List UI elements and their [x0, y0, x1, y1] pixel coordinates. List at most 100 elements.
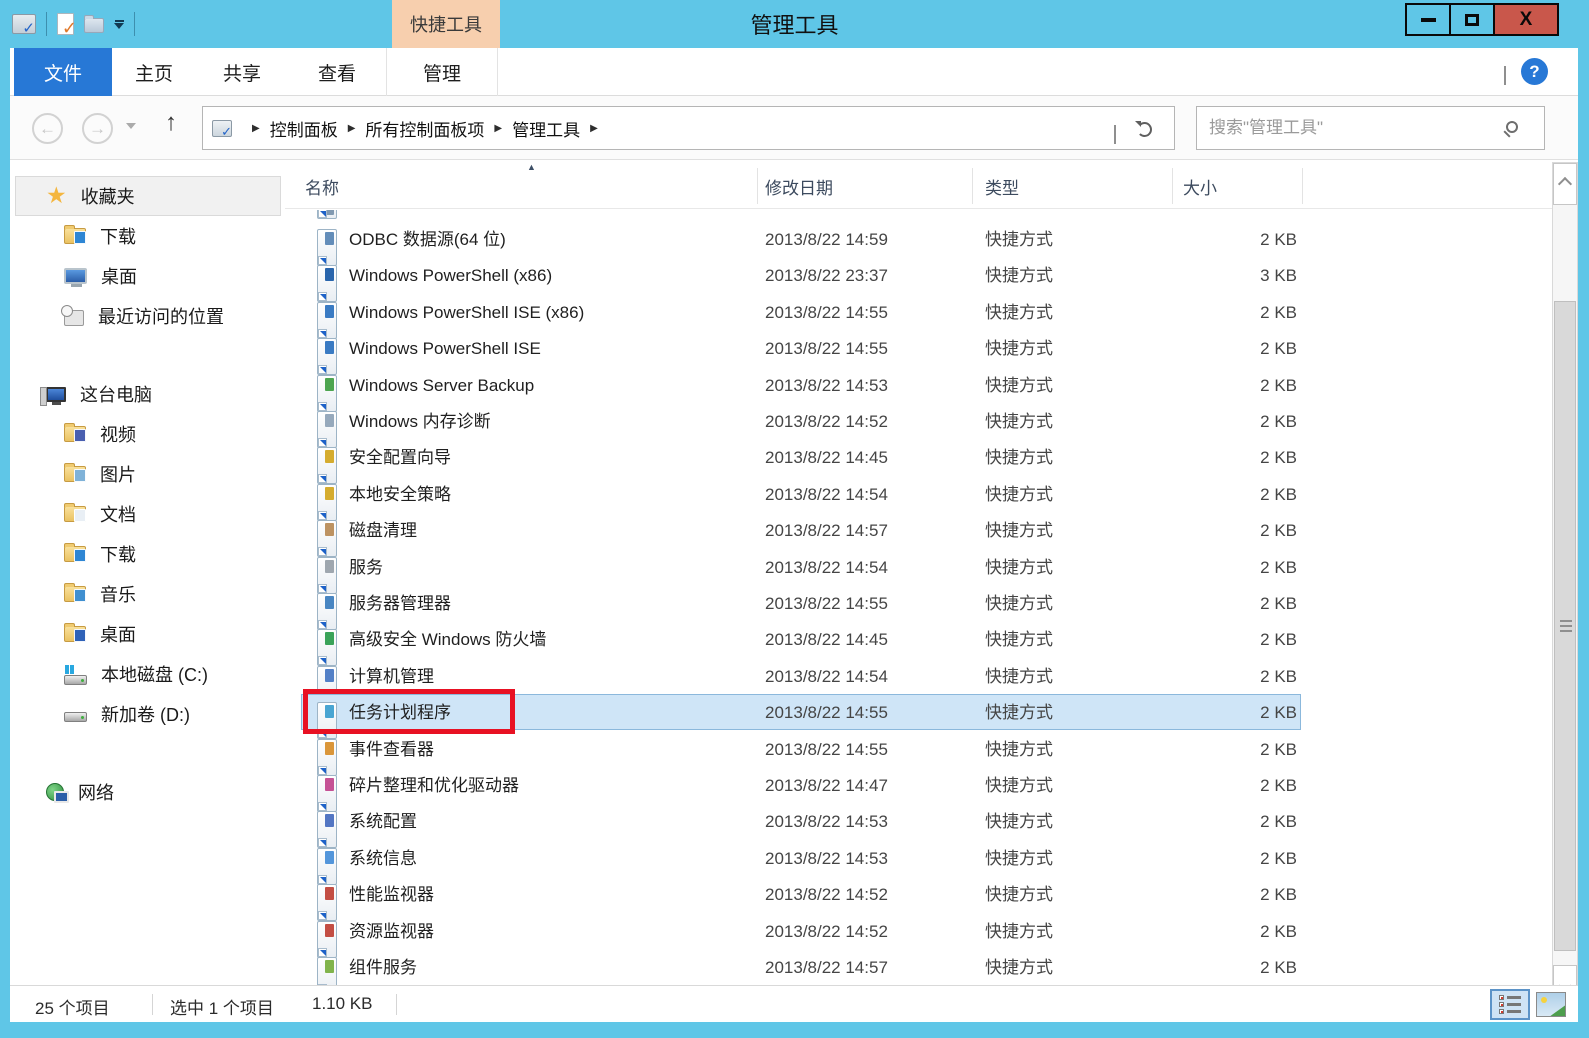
- file-type: 快捷方式: [985, 848, 1053, 868]
- quick-access-toolbar: [12, 0, 135, 48]
- file-row[interactable]: 服务 2013/8/22 14:54 快捷方式 2 KB: [285, 549, 1538, 594]
- file-size: 2 KB: [1260, 230, 1297, 249]
- breadcrumb-segment[interactable]: 所有控制面板项: [365, 116, 484, 141]
- file-row[interactable]: Windows 内存诊断 2013/8/22 14:52 快捷方式 2 KB: [285, 403, 1538, 448]
- maximize-button[interactable]: [1449, 3, 1495, 36]
- file-date: 2013/8/22 14:45: [765, 630, 888, 650]
- properties-icon[interactable]: [57, 13, 77, 39]
- sidebar-item-documents-folder[interactable]: 文档: [64, 494, 136, 534]
- tab-3[interactable]: 查看: [288, 48, 386, 96]
- file-size: 2 KB: [1260, 958, 1297, 977]
- address-bar[interactable]: ▶ 控制面板 ▶ 所有控制面板项 ▶ 管理工具 ▶: [202, 106, 1175, 150]
- breadcrumb-arrow-icon[interactable]: ▶: [494, 123, 502, 134]
- scroll-up-button[interactable]: [1553, 163, 1577, 205]
- column-divider[interactable]: [1302, 168, 1303, 204]
- star-icon: [46, 184, 67, 208]
- file-row[interactable]: 本地安全策略 2013/8/22 14:54 快捷方式 2 KB: [285, 476, 1538, 521]
- new-folder-icon[interactable]: [84, 15, 104, 33]
- qat-dropdown-icon[interactable]: [114, 19, 124, 29]
- details-view-icon: [1499, 995, 1521, 1000]
- file-name: Windows PowerShell (x86): [349, 266, 553, 286]
- ribbon-collapse-button[interactable]: [1504, 66, 1506, 85]
- file-row[interactable]: ODBC 数据源(64 位) 2013/8/22 14:59 快捷方式 2 KB: [285, 221, 1538, 266]
- sidebar-item-download-folder[interactable]: 下载: [64, 534, 136, 574]
- file-date: 2013/8/22 14:53: [765, 375, 888, 395]
- file-row-selected[interactable]: 任务计划程序 2013/8/22 14:55 快捷方式 2 KB: [285, 689, 1538, 740]
- file-name: 碎片整理和优化驱动器: [349, 776, 519, 795]
- file-name: 组件服务: [349, 958, 417, 977]
- breadcrumb-arrow-icon[interactable]: ▶: [348, 123, 356, 134]
- sidebar-item-disk-c[interactable]: 本地磁盘 (C:): [64, 654, 208, 694]
- file-row[interactable]: 系统信息 2013/8/22 14:53 快捷方式 2 KB: [285, 840, 1538, 885]
- file-date: 2013/8/22 14:54: [765, 557, 888, 577]
- up-button[interactable]: ↑: [165, 109, 177, 137]
- sidebar-item-computer[interactable]: 这台电脑: [40, 374, 152, 414]
- file-row[interactable]: 碎片整理和优化驱动器 2013/8/22 14:47 快捷方式 2 KB: [285, 767, 1538, 812]
- file-row[interactable]: 磁盘清理 2013/8/22 14:57 快捷方式 2 KB: [285, 512, 1538, 558]
- column-header-size[interactable]: 大小: [1183, 174, 1217, 199]
- address-dropdown-icon[interactable]: [1114, 125, 1116, 144]
- file-date: 2013/8/22 14:57: [765, 521, 888, 541]
- item-count: 25 个项目: [35, 999, 110, 1018]
- admin-tools-app-icon[interactable]: [12, 14, 36, 37]
- sidebar-item-recent-places[interactable]: 最近访问的位置: [61, 296, 224, 336]
- back-button[interactable]: ←: [32, 113, 63, 144]
- file-row[interactable]: Windows Server Backup 2013/8/22 14:53 快捷方式…: [285, 367, 1538, 412]
- tab-2[interactable]: 共享: [196, 48, 288, 96]
- search-icon[interactable]: [1506, 121, 1518, 133]
- forward-button[interactable]: →: [82, 113, 113, 144]
- close-button[interactable]: X: [1493, 3, 1559, 36]
- tab-file[interactable]: 文件: [14, 48, 112, 96]
- breadcrumb-segment[interactable]: 管理工具: [512, 116, 580, 141]
- file-row[interactable]: 服务器管理器 2013/8/22 14:55 快捷方式 2 KB: [285, 585, 1538, 630]
- column-header-type[interactable]: 类型: [985, 174, 1019, 199]
- file-row[interactable]: 组件服务 2013/8/22 14:57 快捷方式 2 KB: [285, 949, 1538, 994]
- shortcut-icon: [317, 210, 337, 219]
- sidebar-item-download-folder[interactable]: 下载: [64, 216, 136, 256]
- column-divider[interactable]: [757, 168, 758, 204]
- chevron-down-icon: [1114, 125, 1116, 144]
- breadcrumb-segment[interactable]: 控制面板: [270, 116, 338, 141]
- breadcrumb-arrow-icon[interactable]: ▶: [590, 123, 598, 134]
- sidebar-item-network[interactable]: 网络: [46, 772, 114, 812]
- details-view-button[interactable]: [1490, 989, 1530, 1020]
- file-row[interactable]: 事件查看器 2013/8/22 14:55 快捷方式 2 KB: [285, 731, 1538, 776]
- file-date: 2013/8/22 14:52: [765, 412, 888, 431]
- music-folder-icon: [64, 583, 86, 602]
- sidebar-item-desktop-folder[interactable]: 桌面: [64, 614, 136, 654]
- file-date: 2013/8/22 14:45: [765, 448, 888, 468]
- file-row[interactable]: 高级安全 Windows 防火墙 2013/8/22 14:45 快捷方式 2 KB: [285, 621, 1538, 667]
- search-input[interactable]: [1209, 107, 1499, 149]
- vertical-scrollbar: [1552, 162, 1578, 1008]
- file-row[interactable]: 资源监视器 2013/8/22 14:52 快捷方式 2 KB: [285, 913, 1538, 958]
- minimize-button[interactable]: [1405, 3, 1451, 36]
- videos-folder-icon: [64, 423, 86, 442]
- column-header-name[interactable]: 名称: [305, 174, 339, 199]
- sidebar-item-desktop-monitor[interactable]: 桌面: [64, 256, 137, 296]
- sidebar-item-pictures-folder[interactable]: 图片: [64, 454, 136, 494]
- column-divider[interactable]: [1172, 168, 1173, 204]
- refresh-icon[interactable]: [1135, 121, 1152, 137]
- recent-locations-dropdown-icon[interactable]: [126, 123, 136, 129]
- file-row[interactable]: Windows PowerShell ISE 2013/8/22 14:55 快捷方…: [285, 330, 1538, 376]
- sidebar-item-videos-folder[interactable]: 视频: [64, 414, 136, 454]
- file-type: 快捷方式: [985, 703, 1053, 723]
- file-row[interactable]: 系统配置 2013/8/22 14:53 快捷方式 2 KB: [285, 803, 1538, 849]
- file-row[interactable]: Windows PowerShell (x86) 2013/8/22 23:37 快…: [285, 257, 1538, 303]
- sidebar-item-music-folder[interactable]: 音乐: [64, 574, 136, 614]
- column-header-date[interactable]: 修改日期: [765, 174, 833, 199]
- title-bar: 快捷工具 管理工具 X: [0, 0, 1589, 48]
- scrollbar-thumb[interactable]: [1554, 301, 1576, 951]
- file-date: 2013/8/22 14:55: [765, 302, 888, 322]
- breadcrumb-arrow-icon[interactable]: ▶: [252, 123, 260, 134]
- file-row[interactable]: 安全配置向导 2013/8/22 14:45 快捷方式 2 KB: [285, 439, 1538, 485]
- help-button[interactable]: ?: [1521, 58, 1548, 85]
- thumbnail-view-button[interactable]: [1536, 992, 1566, 1017]
- column-divider[interactable]: [972, 168, 973, 204]
- tab-4[interactable]: 管理: [386, 48, 498, 96]
- sidebar-item-disk-d[interactable]: 新加卷 (D:): [64, 694, 190, 734]
- tab-1[interactable]: 主页: [112, 48, 196, 96]
- sidebar-item-star[interactable]: 收藏夹: [15, 176, 281, 216]
- file-row[interactable]: Windows PowerShell ISE (x86) 2013/8/22 14…: [285, 294, 1538, 339]
- file-row[interactable]: 性能监视器 2013/8/22 14:52 快捷方式 2 KB: [285, 876, 1538, 922]
